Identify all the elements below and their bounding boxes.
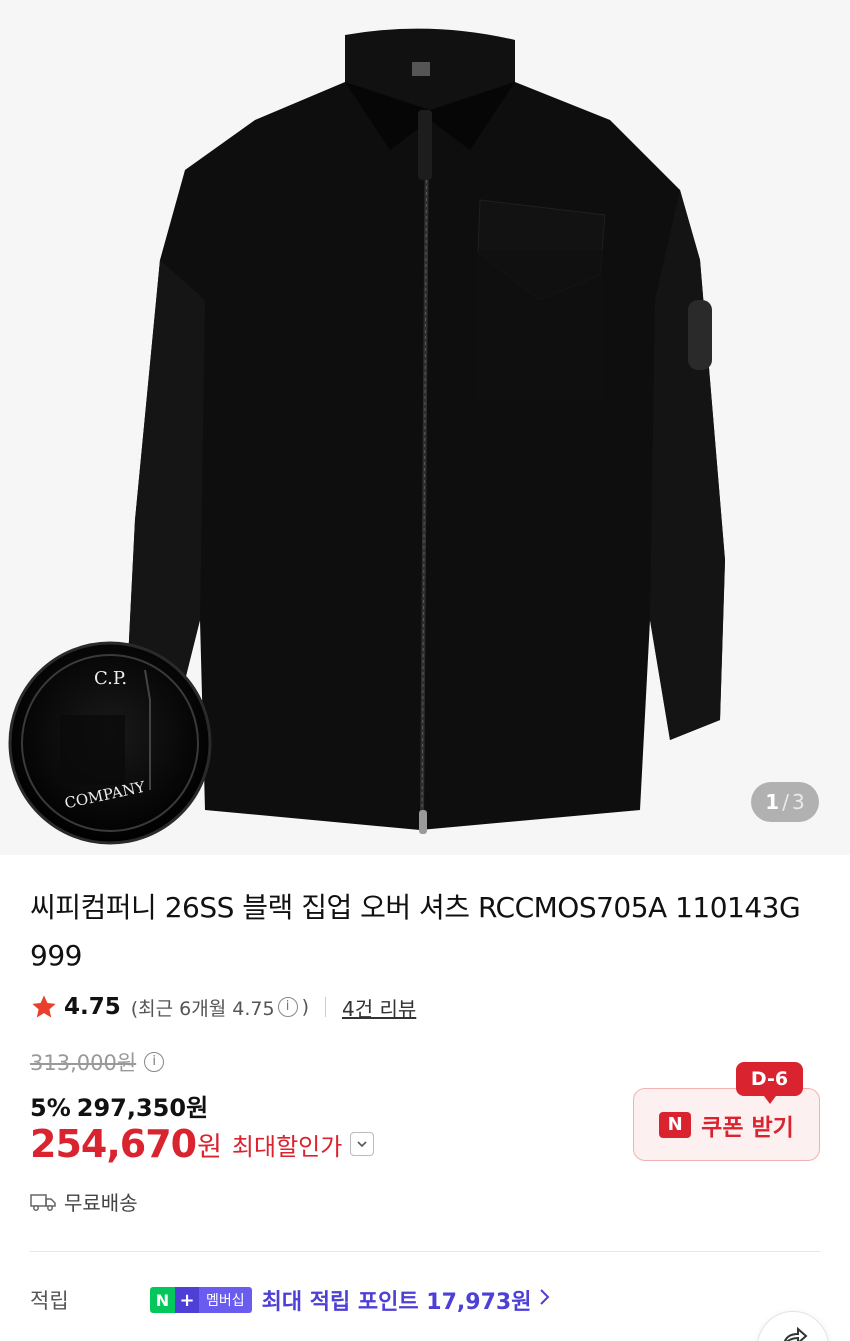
badge-n: N — [150, 1287, 175, 1313]
naver-plus-membership-badge: N + 멤버십 — [150, 1287, 252, 1313]
max-discount-label: 최대할인가 — [231, 1132, 343, 1161]
chevron-right-icon — [539, 1287, 551, 1313]
price-info-icon[interactable]: i — [144, 1052, 165, 1072]
recent-rating: (최근 6개월 4.75 i ) — [131, 994, 309, 1021]
max-points-text: 최대 적립 포인트 17,973원 — [261, 1290, 532, 1315]
points-row[interactable]: 적립 N + 멤버십 최대 적립 포인트 17,973원 — [30, 1284, 830, 1316]
shipping-row: 무료배송 — [30, 1187, 138, 1216]
lens-logo-top: C.P. — [94, 668, 128, 689]
section-divider — [30, 1251, 820, 1252]
max-discount-won: 원 — [197, 1131, 222, 1163]
page-current: 1 — [765, 790, 780, 814]
product-title: 씨피컴퍼니 26SS 블랙 집업 오버 셔츠 RCCMOS705A 110143… — [30, 891, 801, 972]
sale-price: 297,350원 — [76, 1094, 209, 1122]
coupon-label: 쿠폰 받기 — [701, 1114, 794, 1141]
badge-membership: 멤버십 — [199, 1287, 252, 1313]
original-price: 313,000원 — [30, 1051, 137, 1075]
divider — [324, 997, 326, 1017]
points-label: 적립 — [30, 1289, 69, 1313]
recent-rating-close: ) — [301, 996, 309, 1018]
coupon-button[interactable]: N 쿠폰 받기 — [633, 1088, 820, 1161]
discount-percent: 5% — [30, 1094, 71, 1122]
product-image — [0, 0, 850, 855]
coupon-dday-badge: D-6 — [736, 1062, 803, 1104]
max-discount-price: 254,670 — [30, 1122, 197, 1166]
original-price-row: 313,000원 i — [30, 1047, 168, 1077]
naver-n-icon: N — [659, 1111, 692, 1138]
review-count-link[interactable]: 4건 리뷰 — [342, 993, 416, 1022]
info-icon[interactable]: i — [277, 997, 298, 1017]
sale-price-row: 5% 297,350원 — [30, 1088, 208, 1123]
rating-row: 4.75 (최근 6개월 4.75 i ) 4건 리뷰 — [30, 990, 416, 1024]
truck-icon — [30, 1193, 56, 1211]
image-page-indicator: 1 / 3 — [751, 782, 819, 822]
badge-plus: + — [175, 1287, 199, 1313]
page-total: 3 — [791, 790, 805, 814]
share-icon — [783, 1326, 808, 1341]
star-icon — [32, 995, 56, 1018]
chevron-down-icon[interactable] — [350, 1132, 375, 1156]
shipping-text: 무료배송 — [64, 1191, 138, 1215]
max-discount-row[interactable]: 254,670 원 최대할인가 — [30, 1122, 375, 1166]
product-image-carousel[interactable]: C.P. COMPANY 1 / 3 — [0, 0, 850, 855]
rating-value: 4.75 — [64, 994, 121, 1020]
page-separator: / — [782, 790, 789, 814]
recent-rating-text: (최근 6개월 4.75 — [130, 997, 275, 1020]
